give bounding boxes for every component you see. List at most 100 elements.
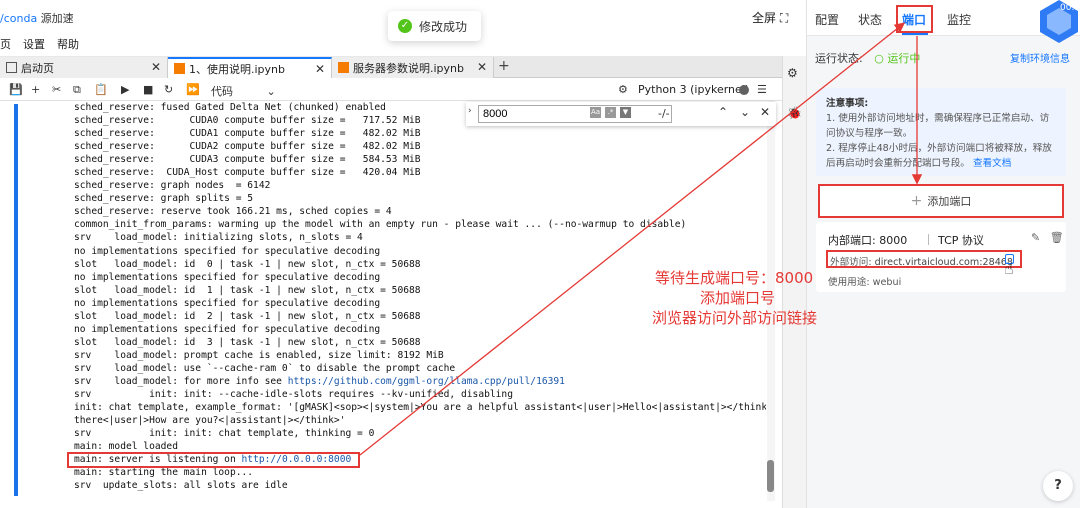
restart-icon[interactable]: ↻	[164, 83, 173, 96]
active-tab-underline	[902, 33, 928, 35]
check-circle-icon: ✓	[398, 19, 412, 33]
add-port-button[interactable]: + 添加端口	[818, 184, 1064, 218]
notice-line-2: 2. 程序停止48小时后，外部访问端口将被释放，释放后再启动时会重新分配端口号段…	[826, 143, 1052, 169]
tab-server-params-notebook[interactable]: 服务器参数说明.ipynb ✕	[332, 57, 494, 78]
output-line: sched_reserve: CUDA3 compute buffer size…	[74, 154, 421, 166]
running-status-icon: ○	[874, 52, 884, 65]
fullscreen-icon: ⛶	[779, 11, 789, 25]
port-card: 内部端口: 8000 TCP 协议 ✎ 🗑 外部访问: direct.virta…	[816, 222, 1066, 292]
regex-icon[interactable]: .*	[605, 107, 616, 118]
success-toast: ✓ 修改成功	[388, 11, 482, 41]
tab-status[interactable]: 状态	[858, 11, 882, 28]
copy-icon[interactable]: ⧉	[73, 83, 81, 97]
tab-launcher[interactable]: 启动页 ✕	[0, 57, 168, 78]
output-line: srv init: init: chat template, thinking …	[74, 428, 375, 440]
copy-env-link[interactable]: 复制环境信息	[1010, 50, 1070, 65]
output-line: sched_reserve: reserve took 166.21 ms, s…	[74, 206, 392, 218]
cell-active-indicator	[14, 104, 18, 496]
next-match-icon[interactable]: ⌄	[740, 105, 750, 119]
filter-icon[interactable]: ▼	[620, 107, 631, 118]
chevron-right-icon[interactable]: ›	[468, 106, 472, 116]
cut-icon[interactable]: ✂	[52, 83, 61, 96]
gear-icon[interactable]: ⚙	[618, 83, 628, 96]
server-listening-highlight	[67, 452, 360, 468]
chevron-down-icon: ⌄	[266, 85, 276, 98]
debugger-icon[interactable]: 🐞	[787, 106, 802, 120]
find-bar: › Aa .* ▼ -/- ⌃ ⌄ ✕	[466, 102, 776, 126]
close-icon[interactable]: ✕	[477, 60, 487, 74]
output-line: srv load_model: for more info see https:…	[74, 375, 565, 387]
output-line: init: chat template, example_format: '[g…	[74, 402, 766, 414]
avatar-time: 00:14	[1060, 3, 1080, 13]
launcher-icon	[6, 62, 17, 73]
find-count: -/-	[658, 107, 670, 120]
save-icon[interactable]: 💾	[9, 83, 23, 96]
tab-bar: 启动页 ✕ 1、使用说明.ipynb ✕ 服务器参数说明.ipynb ✕ +	[0, 56, 806, 78]
close-icon[interactable]: ✕	[315, 62, 325, 76]
run-icon[interactable]: ▶	[121, 83, 129, 96]
edit-icon[interactable]: ✎	[1031, 231, 1040, 244]
close-find-icon[interactable]: ✕	[760, 105, 770, 119]
output-line: sched_reserve: CUDA_Host compute buffer …	[74, 167, 421, 179]
tab-monitor[interactable]: 监控	[947, 11, 971, 28]
close-icon[interactable]: ✕	[151, 60, 161, 74]
output-line: sched_reserve: graph nodes = 6142	[74, 180, 271, 192]
new-tab-icon[interactable]: +	[498, 58, 510, 74]
output-line: srv load_model: use `--cache-ram 0` to d…	[74, 362, 456, 374]
previous-match-icon[interactable]: ⌃	[718, 105, 728, 119]
output-line: no implementations specified for specula…	[74, 245, 381, 257]
fast-forward-icon[interactable]: ⏩	[186, 83, 200, 96]
internal-port: 内部端口: 8000	[828, 234, 908, 247]
stop-icon[interactable]: ■	[143, 83, 153, 96]
cell-type-select[interactable]: 代码 ⌄	[211, 83, 276, 99]
notebook-icon	[174, 63, 185, 74]
ports-tab-highlight	[896, 5, 933, 33]
output-line: sched_reserve: CUDA2 compute buffer size…	[74, 141, 421, 153]
notebook-icon	[338, 62, 349, 73]
kernel-status-icon	[739, 85, 749, 95]
port-protocol: TCP 协议	[938, 234, 984, 247]
pr-link[interactable]: https://github.com/ggml-org/llama.cpp/pu…	[288, 376, 565, 387]
port-usage: 使用用途: webui	[828, 277, 902, 288]
menu-settings[interactable]: 设置	[23, 34, 45, 54]
output-line: srv load_model: initializing slots, n_sl…	[74, 232, 363, 244]
hand-cursor-icon: ☝	[1004, 259, 1014, 278]
annotation-wait-port: 等待生成端口号：8000	[655, 269, 814, 287]
match-case-icon[interactable]: Aa	[590, 107, 601, 118]
output-line: srv init: init: --cache-idle-slots requi…	[74, 389, 513, 401]
notice-line-1: 1. 使用外部访问地址时，需确保程序已正常启动、访问协议与程序一致。	[826, 113, 1050, 139]
output-line: srv update_slots: all slots are idle	[74, 480, 288, 492]
notice-title: 注意事项:	[826, 98, 869, 109]
add-cell-icon[interactable]: +	[31, 83, 40, 96]
menu-page[interactable]: 页	[0, 34, 11, 54]
output-line: srv load_model: prompt cache is enabled,…	[74, 349, 444, 361]
external-url[interactable]: direct.virtaicloud.com:28468	[875, 257, 1013, 268]
menu-help[interactable]: 帮助	[57, 34, 79, 54]
output-line: main: starting the main loop...	[74, 467, 254, 479]
notice-box: 注意事项: 1. 使用外部访问地址时，需确保程序已正常启动、访问协议与程序一致。…	[816, 88, 1066, 176]
tab-usage-notebook[interactable]: 1、使用说明.ipynb ✕	[168, 57, 332, 78]
tab-config[interactable]: 配置	[815, 11, 839, 28]
fullscreen-button[interactable]: 全屏 ⛶	[752, 9, 788, 26]
notebook-toolbar: 💾 + ✂ ⧉ 📋 ▶ ■ ↻ ⏩ 代码 ⌄ ⚙ Python 3 (ipyke…	[0, 79, 782, 101]
divider	[928, 234, 929, 245]
app-title: /conda 源加速	[0, 12, 74, 25]
property-inspector-icon[interactable]: ⚙	[787, 66, 798, 80]
output-line: sched_reserve: graph splits = 5	[74, 193, 254, 205]
view-docs-link[interactable]: 查看文档	[973, 158, 1011, 169]
external-access: 外部访问: direct.virtaicloud.com:28468	[826, 250, 1022, 268]
assistant-avatar-icon[interactable]: 00:14	[1034, 0, 1080, 46]
help-button[interactable]: ?	[1043, 471, 1073, 501]
port-actions: ✎ 🗑	[1031, 231, 1064, 244]
annotation-add-port: 添加端口号	[700, 289, 776, 307]
output-line: sched_reserve: CUDA1 compute buffer size…	[74, 128, 421, 140]
output-line: slot load_model: id 3 | task -1 | new sl…	[74, 336, 421, 348]
find-input[interactable]	[478, 105, 672, 123]
paste-icon[interactable]: 📋	[94, 83, 108, 96]
kernel-name[interactable]: Python 3 (ipykernel)	[638, 83, 749, 96]
menu-icon[interactable]: ☰	[757, 83, 767, 96]
trash-icon[interactable]: 🗑	[1050, 231, 1064, 244]
scrollbar-thumb[interactable]	[767, 460, 774, 492]
plus-icon: +	[910, 193, 923, 209]
annotation-browser-access: 浏览器访问外部访问链接	[652, 309, 818, 327]
